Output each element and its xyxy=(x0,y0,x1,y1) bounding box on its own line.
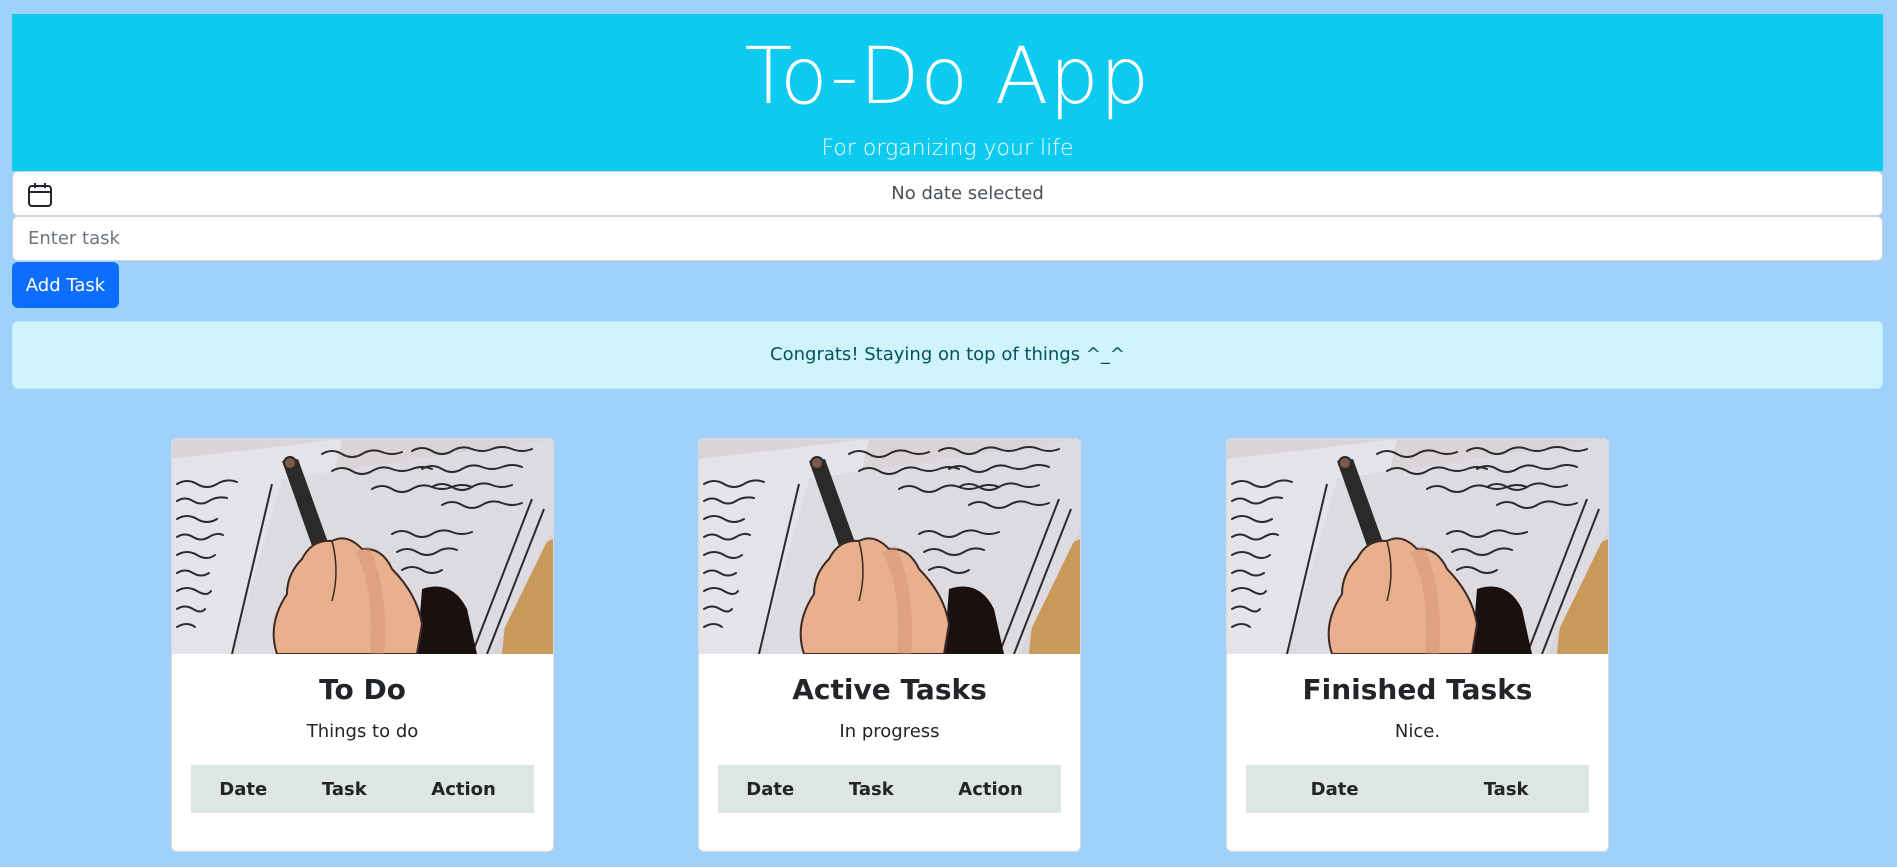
app-header: To-Do App For organizing your life xyxy=(12,14,1883,171)
column-header-task: Task xyxy=(822,765,921,813)
card-title: Active Tasks xyxy=(792,673,987,706)
table-header-row: Date Task Action xyxy=(718,765,1061,813)
app-title: To-Do App xyxy=(744,32,1151,122)
card-subtitle: In progress xyxy=(839,721,940,742)
task-input[interactable] xyxy=(12,216,1883,261)
card-image xyxy=(699,439,1080,654)
column-header-task: Task xyxy=(295,765,394,813)
card-title: Finished Tasks xyxy=(1302,673,1533,706)
column-header-date: Date xyxy=(1246,765,1424,813)
task-table: Date Task xyxy=(1246,765,1589,813)
table-header-row: Date Task Action xyxy=(191,765,534,813)
card-title: To Do xyxy=(319,673,406,706)
column-header-action: Action xyxy=(920,765,1061,813)
task-table: Date Task Action xyxy=(191,765,534,813)
column-header-date: Date xyxy=(718,765,823,813)
task-table: Date Task Action xyxy=(718,765,1061,813)
card-subtitle: Nice. xyxy=(1394,721,1441,742)
date-picker[interactable]: No date selected xyxy=(12,171,1883,216)
card-active-tasks: Active Tasks In progress Date Task Actio… xyxy=(698,438,1081,852)
card-subtitle: Things to do xyxy=(306,721,419,742)
card-to-do: To Do Things to do Date Task Action xyxy=(171,438,554,852)
app-subtitle: For organizing your life xyxy=(821,136,1074,161)
app-root: To-Do App For organizing your life No da… xyxy=(0,0,1897,867)
card-finished-tasks: Finished Tasks Nice. Date Task xyxy=(1226,438,1609,852)
column-header-date: Date xyxy=(191,765,296,813)
add-task-button[interactable]: Add Task xyxy=(12,262,119,308)
card-image xyxy=(1227,439,1608,654)
card-image xyxy=(172,439,553,654)
column-header-task: Task xyxy=(1423,765,1589,813)
selected-date-text: No date selected xyxy=(891,183,1044,204)
status-alert: Congrats! Staying on top of things ^_^ xyxy=(12,321,1883,389)
table-header-row: Date Task xyxy=(1246,765,1589,813)
column-header-action: Action xyxy=(393,765,534,813)
